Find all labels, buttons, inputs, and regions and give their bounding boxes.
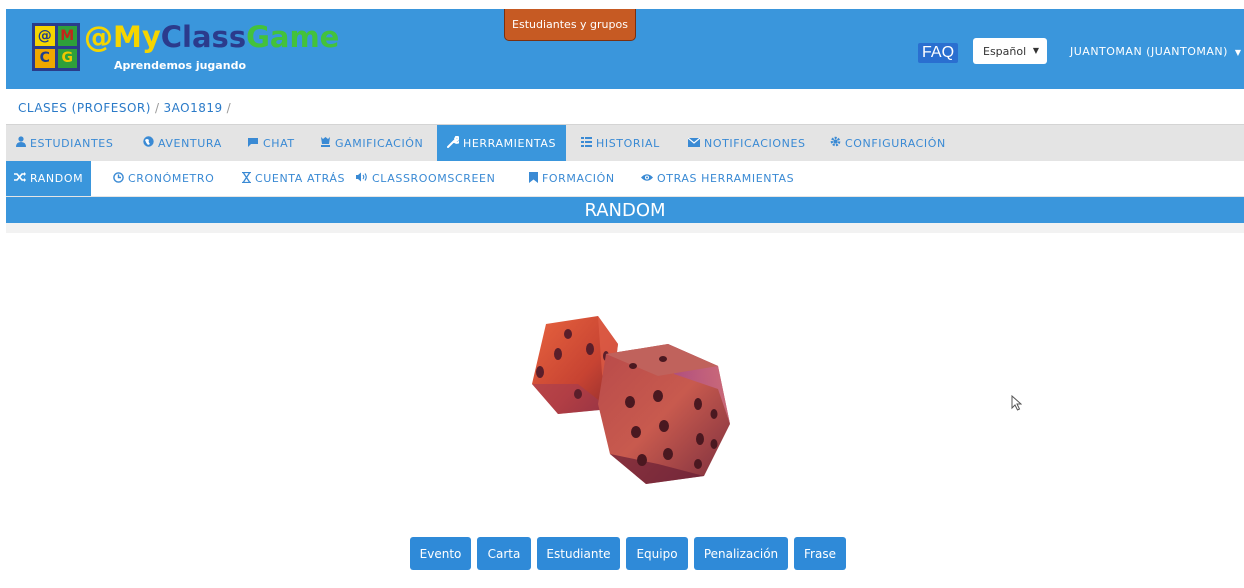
brand-tagline: Aprendemos jugando [114,59,246,72]
tab-historial[interactable]: HISTORIAL [581,125,660,161]
tab-label: HERRAMIENTAS [463,136,557,150]
evento-button[interactable]: Evento [410,537,471,570]
breadcrumb: CLASES (PROFESOR)/3AO1819/ [18,101,235,115]
cog-icon [830,136,841,150]
user-icon [16,136,26,150]
user-name: JUANTOMAN (JUANTOMAN) [1070,45,1228,58]
subtab-label: CUENTA ATRÁS [255,172,346,185]
tab-estudiantes[interactable]: ESTUDIANTES [16,125,113,161]
list-icon [581,136,592,150]
chevron-down-icon: ▼ [1032,46,1039,55]
language-value: Español [983,44,1027,58]
carta-button[interactable]: Carta [477,537,531,570]
tab-label: AVENTURA [158,136,222,150]
equipo-button[interactable]: Equipo [626,537,688,570]
penalizacion-button[interactable]: Penalización [694,537,788,570]
brand-at: @ [84,20,113,54]
subtab-cronometro[interactable]: CRONÓMETRO [113,161,214,196]
language-select[interactable]: Español ▼ [973,38,1047,64]
brand-my: My [113,20,161,54]
tab-chat[interactable]: CHAT [247,125,295,161]
estudiante-button[interactable]: Estudiante [537,537,620,570]
eye-icon [641,172,653,185]
frase-button[interactable]: Frase [794,537,846,570]
comment-icon [247,137,259,150]
subtab-otras-herramientas[interactable]: OTRAS HERRAMIENTAS [641,161,794,196]
breadcrumb-separator: / [226,101,232,115]
volume-icon [356,172,368,185]
shuffle-icon [14,172,26,185]
brand-game: Game [246,20,340,54]
logo[interactable]: @ M C G [32,23,80,71]
breadcrumb-class[interactable]: 3AO1819 [164,101,223,115]
tab-label: GAMIFICACIÓN [335,136,424,150]
subtab-formacion[interactable]: FORMACIÓN [529,161,615,196]
subtab-label: CRONÓMETRO [128,172,215,185]
subtab-label: OTRAS HERRAMIENTAS [657,172,795,185]
brand-name[interactable]: @MyClassGame [84,21,339,53]
students-groups-tab[interactable]: Estudiantes y grupos [504,9,636,41]
logo-cell: @ [35,26,55,46]
divider [6,223,1244,233]
tab-label: HISTORIAL [596,136,660,150]
clock-icon [113,171,124,186]
wrench-icon [447,135,461,151]
tab-notificaciones[interactable]: NOTIFICACIONES [687,125,806,161]
dice-image[interactable] [518,314,738,494]
faq-link[interactable]: FAQ [918,43,959,63]
tab-label: ESTUDIANTES [30,136,114,150]
breadcrumb-classes[interactable]: CLASES (PROFESOR) [18,101,151,115]
tab-label: NOTIFICACIONES [704,136,806,150]
logo-cell: C [35,48,55,68]
subtab-label: RANDOM [30,172,84,185]
subtab-label: CLASSROOMSCREEN [372,172,496,185]
tab-label: CHAT [263,136,295,150]
breadcrumb-separator: / [154,101,160,115]
mouse-cursor-icon [1011,394,1023,415]
tab-aventura[interactable]: AVENTURA [143,125,222,161]
tab-gamificacion[interactable]: GAMIFICACIÓN [320,125,423,161]
section-title: RANDOM [6,197,1244,223]
subtab-cuenta-atras[interactable]: CUENTA ATRÁS [242,161,345,196]
caret-down-icon: ▼ [1234,48,1242,57]
main-nav: ESTUDIANTES AVENTURA CHAT GAMIFICACIÓN H… [6,124,1244,162]
subtab-random[interactable]: RANDOM [6,161,92,196]
chess-icon [320,136,331,150]
hourglass-icon [242,171,251,186]
sub-nav: RANDOM CRONÓMETRO CUENTA ATRÁS CLASSROOM… [6,161,1244,197]
logo-cell: G [57,48,77,68]
brand-class: Class [160,20,247,54]
globe-icon [143,136,154,150]
page: @ M C G @MyClassGame Aprendemos jugando … [6,9,1244,588]
subtab-label: FORMACIÓN [542,172,615,185]
app-header: @ M C G @MyClassGame Aprendemos jugando … [6,9,1244,89]
tab-configuracion[interactable]: CONFIGURACIÓN [830,125,946,161]
die-front [598,344,730,484]
tab-herramientas[interactable]: HERRAMIENTAS [437,125,567,161]
user-menu[interactable]: JUANTOMAN (JUANTOMAN) ▼ [1070,45,1242,58]
subtab-classroomscreen[interactable]: CLASSROOMSCREEN [356,161,495,196]
tab-label: CONFIGURACIÓN [845,136,946,150]
envelope-icon [687,137,701,150]
logo-cell: M [57,26,77,46]
bookmark-icon [529,171,538,186]
